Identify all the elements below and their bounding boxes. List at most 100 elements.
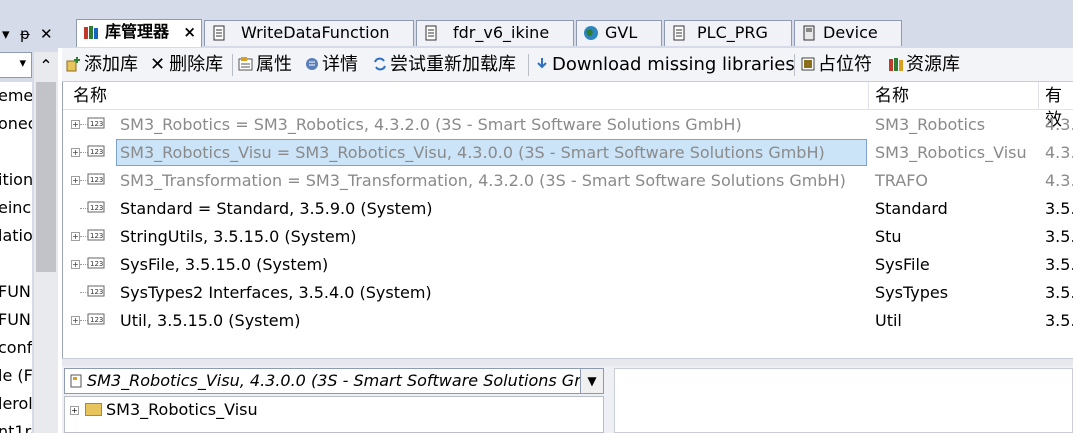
library-detail-pane: SM3_Robotics_Visu, 4.3.0.0 (3S - Smart S… <box>62 366 1073 433</box>
left-panel-combo[interactable]: ▾ <box>0 52 32 78</box>
library-name: SysTypes2 Interfaces, 3.5.4.0 (System) <box>120 283 432 302</box>
tab-device[interactable]: Device <box>794 20 902 46</box>
library-namespace: Stu <box>875 227 902 246</box>
tab-plc-prg[interactable]: PLC_PRG <box>664 20 792 46</box>
table-row-selected[interactable]: + 123 SM3_Robotics_Visu = SM3_Robotics_V… <box>63 139 1073 167</box>
table-row[interactable]: + 123 SM3_Transformation = SM3_Transform… <box>63 167 1073 195</box>
library-reference-icon: 123 <box>87 257 105 269</box>
library-path-value: SM3_Robotics_Visu, 4.3.0.0 (3S - Smart S… <box>87 371 604 390</box>
library-namespace: SysFile <box>875 255 930 274</box>
table-row[interactable]: + 123 Util, 3.5.15.0 (System) Util 3.5. <box>63 307 1073 335</box>
expand-icon[interactable]: + <box>71 176 80 185</box>
table-row[interactable]: + 123 StringUtils, 3.5.15.0 (System) Stu… <box>63 223 1073 251</box>
details-button[interactable]: 详情 <box>304 52 358 78</box>
library-name: SysFile, 3.5.15.0 (System) <box>120 255 329 274</box>
reload-icon <box>374 57 386 71</box>
list-item[interactable]: FUN <box>0 282 31 301</box>
library-version: 3.5. <box>1045 199 1073 218</box>
panel-menu-icon[interactable]: ▾ <box>2 25 10 43</box>
list-item[interactable]: FUN <box>0 310 31 329</box>
documentation-pane <box>614 368 1073 433</box>
library-path-combo[interactable]: SM3_Robotics_Visu, 4.3.0.0 (3S - Smart S… <box>64 368 604 394</box>
column-divider[interactable] <box>1038 82 1039 110</box>
library-file-icon <box>70 374 82 388</box>
list-item[interactable]: lerol <box>0 394 32 413</box>
try-reload-library-button[interactable]: 尝试重新加载库 <box>372 52 516 78</box>
library-manager-icon <box>84 26 98 39</box>
expand-icon[interactable]: + <box>71 232 80 241</box>
add-library-button[interactable]: 添加库 <box>66 52 138 78</box>
tab-label: 库管理器 <box>105 22 170 41</box>
scrollbar-thumb[interactable] <box>36 82 56 272</box>
library-namespace: Standard <box>875 199 948 218</box>
svg-text:123: 123 <box>90 316 103 324</box>
list-item[interactable]: ition_ <box>0 170 32 189</box>
column-divider[interactable] <box>868 82 869 110</box>
library-name: SM3_Transformation = SM3_Transformation,… <box>120 171 846 190</box>
toolbar-divider <box>794 54 795 76</box>
document-icon <box>673 25 685 41</box>
download-missing-label: Download missing libraries <box>552 54 795 75</box>
left-panel-scrollbar[interactable]: ⌃ <box>34 52 58 433</box>
library-name: Util, 3.5.15.0 (System) <box>120 311 301 330</box>
table-row[interactable]: + 123 SysFile, 3.5.15.0 (System) SysFile… <box>63 251 1073 279</box>
library-reference-icon: 123 <box>87 145 105 157</box>
tab-gvl[interactable]: GVL <box>576 20 662 46</box>
library-name: SM3_Robotics = SM3_Robotics, 4.3.2.0 (3S… <box>120 115 742 134</box>
list-item[interactable]: lation <box>0 226 32 245</box>
document-icon <box>425 25 437 41</box>
download-arrow-icon <box>537 58 547 69</box>
tab-label: fdr_v6_ikine <box>453 23 550 42</box>
details-label: 详情 <box>322 54 358 75</box>
library-name: Standard = Standard, 3.5.9.0 (System) <box>120 199 433 218</box>
list-item[interactable]: eincr <box>0 198 32 217</box>
download-missing-libraries-button[interactable]: Download missing libraries <box>534 52 795 78</box>
expand-icon[interactable]: + <box>71 120 80 129</box>
expand-icon[interactable]: + <box>71 316 80 325</box>
placeholder-icon <box>801 57 815 71</box>
folder-icon <box>85 403 102 416</box>
expand-icon[interactable]: + <box>71 260 80 269</box>
table-row[interactable]: 123 SysTypes2 Interfaces, 3.5.4.0 (Syste… <box>63 279 1073 307</box>
svg-text:123: 123 <box>90 120 103 128</box>
tree-node-label[interactable]: SM3_Robotics_Visu <box>106 400 258 419</box>
expand-icon[interactable]: + <box>70 406 79 415</box>
library-name: StringUtils, 3.5.15.0 (System) <box>120 227 357 246</box>
expand-icon[interactable]: + <box>71 148 80 157</box>
close-tab-icon[interactable]: × <box>183 20 196 44</box>
list-item[interactable]: emen <box>0 86 32 105</box>
library-version: 3.5. <box>1045 227 1073 246</box>
placeholder-button[interactable]: 占位符 <box>800 52 872 78</box>
properties-label: 属性 <box>256 54 292 75</box>
library-reference-icon: 123 <box>87 313 105 325</box>
delete-library-button[interactable]: ✕ 删除库 <box>150 52 223 78</box>
pane-splitter[interactable] <box>62 358 1073 366</box>
column-header-name[interactable]: 名称 <box>73 84 107 108</box>
scroll-up-icon[interactable]: ⌃ <box>34 52 58 80</box>
tab-fdr-v6-ikine[interactable]: fdr_v6_ikine <box>416 20 574 46</box>
pin-icon[interactable]: ᵽ <box>20 25 30 43</box>
properties-button[interactable]: 属性 <box>238 52 292 78</box>
grid-header: 名称 名称 有效 <box>63 82 1073 130</box>
table-row[interactable]: 123 Standard = Standard, 3.5.9.0 (System… <box>63 195 1073 223</box>
tab-library-manager[interactable]: 库管理器 × <box>76 19 202 47</box>
list-item[interactable]: confo <box>0 338 32 357</box>
library-version: 4.3. <box>1045 171 1073 190</box>
library-version: 3.5. <box>1045 283 1073 302</box>
list-item[interactable]: onec <box>0 114 32 133</box>
repository-icon <box>889 58 903 71</box>
chevron-down-icon[interactable]: ▾ <box>19 56 26 71</box>
list-item[interactable]: le (F <box>0 366 32 385</box>
tab-label: Device <box>823 23 878 42</box>
table-row[interactable]: + 123 SM3_Robotics = SM3_Robotics, 4.3.2… <box>63 111 1073 139</box>
repository-label: 资源库 <box>906 54 960 75</box>
library-content-tree: + SM3_Robotics_Visu <box>64 396 604 433</box>
library-grid: 名称 名称 有效 + 123 SM3_Robotics = SM3_Roboti… <box>62 82 1073 358</box>
close-panel-icon[interactable]: ✕ <box>40 25 53 43</box>
library-name: SM3_Robotics_Visu = SM3_Robotics_Visu, 4… <box>120 143 825 162</box>
tab-write-data-function[interactable]: WriteDataFunction <box>204 20 414 46</box>
dropdown-arrow-icon[interactable]: ▼ <box>580 368 604 394</box>
list-item[interactable]: nt1re <box>0 422 32 433</box>
repository-button[interactable]: 资源库 <box>888 52 960 78</box>
column-header-namespace[interactable]: 名称 <box>875 84 909 108</box>
